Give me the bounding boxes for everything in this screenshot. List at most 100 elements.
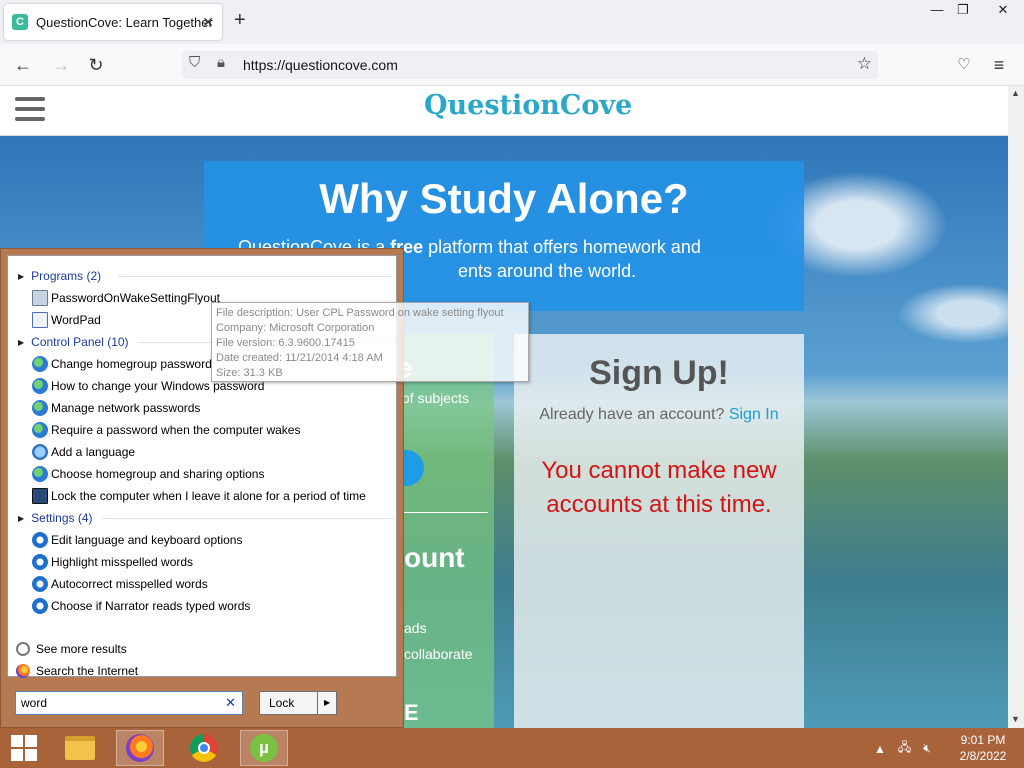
result-change-homegroup-password[interactable]: Change homegroup password <box>32 354 212 374</box>
result-label: Manage network passwords <box>51 401 201 415</box>
result-passwordonwake[interactable]: PasswordOnWakeSettingFlyout <box>32 288 220 308</box>
firefox-icon <box>126 734 154 762</box>
page-scrollbar[interactable]: ▲ ▼ <box>1008 86 1024 728</box>
result-label: Choose homegroup and sharing options <box>51 467 265 481</box>
app-window-icon <box>32 290 48 306</box>
close-window-button[interactable]: ✕ <box>988 0 1018 22</box>
tooltip-created: Date created: 11/21/2014 4:18 AM <box>216 352 383 364</box>
signup-error-message: You cannot make new accounts at this tim… <box>541 457 777 518</box>
utorrent-icon: µ <box>250 734 278 762</box>
monitor-icon <box>32 488 48 504</box>
hero-title: Why Study Alone? <box>319 175 689 222</box>
tab-close-icon[interactable]: ✕ <box>202 14 214 31</box>
tab-questioncove[interactable]: C QuestionCove: Learn Together ✕ <box>4 4 222 40</box>
site-logo[interactable]: QuestionCove <box>424 90 632 121</box>
result-manage-network-passwords[interactable]: Manage network passwords <box>32 398 200 418</box>
result-edit-language[interactable]: Edit language and keyboard options <box>32 530 242 550</box>
result-label: Require a password when the computer wak… <box>51 423 301 437</box>
back-arrow-icon[interactable]: ← <box>12 54 34 76</box>
account-text-2: collaborate <box>404 646 473 662</box>
gear-icon <box>32 554 48 570</box>
result-autocorrect[interactable]: Autocorrect misspelled words <box>32 574 208 594</box>
new-tab-plus-icon[interactable]: + <box>234 10 246 30</box>
result-label: Choose if Narrator reads typed words <box>51 599 251 613</box>
address-bar[interactable]: ⛉ 🔒︎ https://questioncove.com ☆ <box>182 51 878 79</box>
account-text-1: ads <box>404 620 427 636</box>
hamburger-menu-icon[interactable] <box>15 97 45 121</box>
restore-button[interactable]: ❐ <box>948 0 978 22</box>
network-icon[interactable]: 🖧 <box>898 738 911 759</box>
group-control-panel[interactable]: ▶ Control Panel (10) <box>18 334 393 350</box>
shield-icon[interactable]: ⛉ <box>189 54 200 71</box>
taskbar-clock[interactable]: 9:01 PM 2/8/2022 <box>950 732 1016 764</box>
taskbar-utorrent[interactable]: µ <box>240 730 288 766</box>
url-text[interactable]: https://questioncove.com <box>243 57 398 73</box>
system-tray: ▲ 🖧 🔇︎ <box>874 738 931 759</box>
forward-arrow-icon[interactable]: → <box>50 54 72 76</box>
site-favicon-icon: C <box>12 14 28 30</box>
taskbar-firefox[interactable] <box>116 730 164 766</box>
tooltip-description: File description: User CPL Password on w… <box>216 307 504 319</box>
result-homegroup-sharing[interactable]: Choose homegroup and sharing options <box>32 464 264 484</box>
clock-time: 9:01 PM <box>960 733 1006 747</box>
scroll-down-arrow-icon[interactable]: ▼ <box>1011 714 1020 724</box>
show-hidden-icons-icon[interactable]: ▲ <box>874 742 886 756</box>
power-options-arrow-icon[interactable]: ▶ <box>317 691 337 715</box>
tooltip-size: Size: 31.3 KB <box>216 367 283 379</box>
file-info-tooltip: File description: User CPL Password on w… <box>211 302 529 382</box>
language-icon <box>32 444 48 460</box>
see-more-results-link[interactable]: See more results <box>16 642 127 656</box>
volume-muted-icon[interactable]: 🔇︎ <box>923 741 931 756</box>
gear-icon <box>32 576 48 592</box>
credential-manager-icon <box>32 400 48 416</box>
have-account-line: Already have an account? Sign In <box>514 406 804 424</box>
start-button[interactable] <box>0 730 48 766</box>
tooltip-version: File version: 6.3.9600.17415 <box>216 337 355 349</box>
power-options-icon <box>32 422 48 438</box>
result-label: Autocorrect misspelled words <box>51 577 208 591</box>
expand-triangle-icon: ▶ <box>18 513 25 523</box>
result-narrator[interactable]: Choose if Narrator reads typed words <box>32 596 250 616</box>
result-add-language[interactable]: Add a language <box>32 442 135 462</box>
gear-icon <box>32 532 48 548</box>
bookmark-star-icon[interactable]: ☆ <box>857 54 872 74</box>
magnifier-icon <box>16 642 30 656</box>
start-search-input[interactable]: word ✕ <box>15 691 243 715</box>
group-settings[interactable]: ▶ Settings (4) <box>18 510 394 526</box>
result-label: PasswordOnWakeSettingFlyout <box>51 291 220 305</box>
group-divider <box>118 276 393 277</box>
tab-bar: C QuestionCove: Learn Together ✕ + — ❐ ✕ <box>0 0 1024 44</box>
clear-search-icon[interactable]: ✕ <box>225 695 236 711</box>
result-wordpad[interactable]: WordPad <box>32 310 101 330</box>
sign-in-link[interactable]: Sign In <box>729 406 779 423</box>
group-label: Control Panel (10) <box>31 335 129 349</box>
signup-title: Sign Up! <box>589 354 729 392</box>
reload-icon[interactable]: ↻ <box>85 54 107 76</box>
pocket-icon[interactable]: ♡ <box>953 54 975 76</box>
lock-icon[interactable]: 🔒︎ <box>217 54 225 71</box>
signup-panel: Sign Up! Already have an account? Sign I… <box>514 334 804 728</box>
homegroup-icon <box>32 466 48 482</box>
result-lock-computer[interactable]: Lock the computer when I leave it alone … <box>32 486 366 506</box>
result-label: Highlight misspelled words <box>51 555 194 569</box>
scroll-up-arrow-icon[interactable]: ▲ <box>1011 88 1020 98</box>
features-button[interactable] <box>402 450 424 486</box>
result-require-password-wake[interactable]: Require a password when the computer wak… <box>32 420 300 440</box>
result-highlight-misspelled[interactable]: Highlight misspelled words <box>32 552 193 572</box>
taskbar-file-explorer[interactable] <box>56 730 104 766</box>
tooltip-company: Company: Microsoft Corporation <box>216 322 375 334</box>
menu-icon[interactable]: ≡ <box>988 54 1010 76</box>
search-query[interactable]: word <box>21 696 47 710</box>
features-text: of subjects <box>402 390 469 406</box>
group-programs[interactable]: ▶ Programs (2) <box>18 268 393 284</box>
group-label: Programs (2) <box>31 269 102 283</box>
search-internet-label: Search the Internet <box>36 664 139 678</box>
gear-icon <box>32 598 48 614</box>
search-internet-link[interactable]: Search the Internet <box>16 664 138 678</box>
taskbar-chrome[interactable] <box>180 730 228 766</box>
user-accounts-icon <box>32 378 48 394</box>
result-label: Add a language <box>51 445 136 459</box>
tagline-line2: ents around the world. <box>458 261 637 281</box>
firefox-icon <box>16 664 30 678</box>
lock-button[interactable]: Lock <box>259 691 319 715</box>
